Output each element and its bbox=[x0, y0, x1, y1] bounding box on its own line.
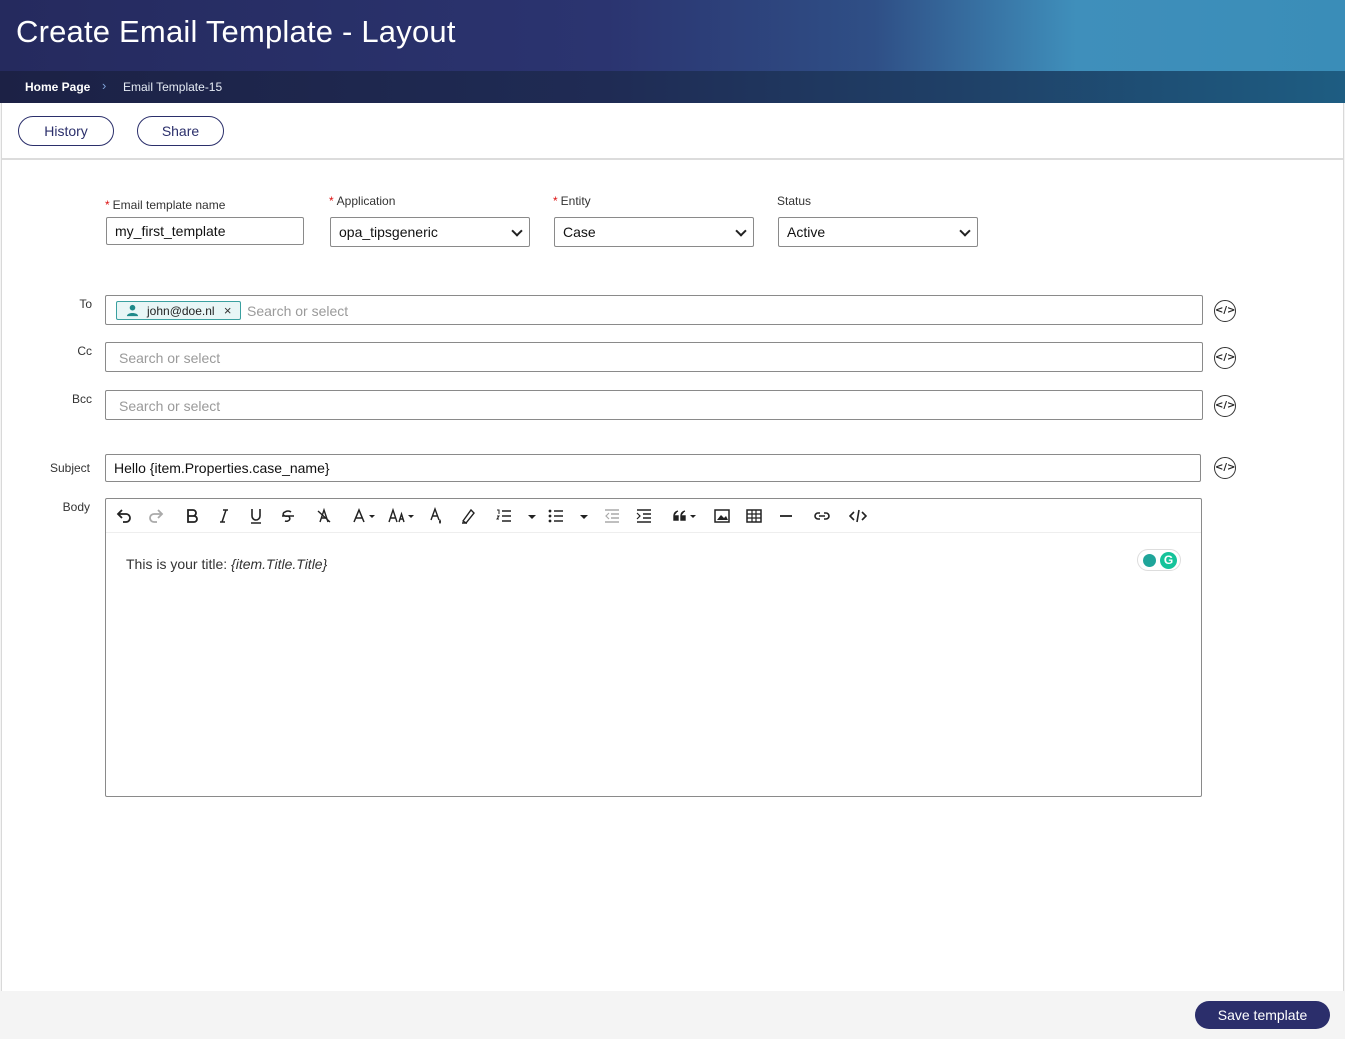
source-code-icon[interactable] bbox=[849, 507, 867, 525]
to-field[interactable]: john@doe.nl × Search or select bbox=[105, 295, 1203, 325]
font-size-icon[interactable] bbox=[387, 507, 417, 525]
body-editor[interactable]: This is your title: {item.Title.Title} G bbox=[105, 498, 1202, 797]
status-label: Status bbox=[777, 194, 812, 208]
bcc-search-input[interactable]: Search or select bbox=[119, 398, 220, 414]
template-name-label: * Email template name bbox=[105, 198, 226, 212]
body-content[interactable]: This is your title: {item.Title.Title} bbox=[126, 556, 327, 572]
editor-toolbar bbox=[106, 499, 1201, 533]
insert-variable-to-icon[interactable]: </> bbox=[1214, 300, 1236, 322]
to-label: To bbox=[79, 297, 92, 311]
indent-icon[interactable] bbox=[635, 507, 653, 525]
main-panel: History Share * Email template name my_fi… bbox=[1, 103, 1344, 991]
breadcrumb-home-link[interactable]: Home Page bbox=[25, 80, 90, 94]
clear-format-icon[interactable] bbox=[315, 507, 333, 525]
history-button[interactable]: History bbox=[18, 116, 114, 146]
cc-field[interactable]: Search or select bbox=[105, 342, 1203, 372]
undo-icon[interactable] bbox=[115, 507, 133, 525]
chevron-down-icon bbox=[511, 225, 523, 237]
application-select[interactable]: opa_tipsgeneric bbox=[330, 217, 530, 247]
body-label: Body bbox=[62, 500, 90, 514]
redo-icon[interactable] bbox=[147, 507, 165, 525]
chip-label: john@doe.nl bbox=[147, 304, 215, 318]
share-button[interactable]: Share bbox=[137, 116, 224, 146]
page-title: Create Email Template - Layout bbox=[16, 14, 456, 49]
chevron-down-icon bbox=[959, 225, 971, 237]
insert-variable-bcc-icon[interactable]: </> bbox=[1214, 395, 1236, 417]
link-icon[interactable] bbox=[813, 507, 831, 525]
to-search-input[interactable]: Search or select bbox=[247, 303, 348, 319]
body-text: This is your title: bbox=[126, 556, 232, 572]
cc-label: Cc bbox=[77, 344, 92, 358]
chevron-down-icon[interactable] bbox=[526, 507, 538, 525]
table-icon[interactable] bbox=[745, 507, 763, 525]
italic-icon[interactable] bbox=[215, 507, 233, 525]
close-icon[interactable]: × bbox=[224, 303, 232, 318]
lightbulb-icon bbox=[1143, 554, 1156, 567]
cc-search-input[interactable]: Search or select bbox=[119, 350, 220, 366]
grammarly-icon: G bbox=[1160, 552, 1177, 569]
person-icon bbox=[126, 304, 139, 317]
recipient-chip: john@doe.nl × bbox=[116, 301, 241, 320]
template-name-input[interactable]: my_first_template bbox=[106, 217, 304, 245]
grammarly-widget[interactable]: G bbox=[1137, 549, 1181, 571]
quote-icon[interactable] bbox=[671, 507, 699, 525]
bold-icon[interactable] bbox=[183, 507, 201, 525]
breadcrumb-current: Email Template-15 bbox=[123, 80, 223, 94]
entity-select-value: Case bbox=[563, 224, 596, 240]
image-icon[interactable] bbox=[713, 507, 731, 525]
chevron-down-icon[interactable] bbox=[578, 507, 590, 525]
outdent-icon[interactable] bbox=[603, 507, 621, 525]
bcc-label: Bcc bbox=[71, 392, 92, 406]
horizontal-rule-icon[interactable] bbox=[777, 507, 795, 525]
required-marker: * bbox=[553, 194, 558, 208]
underline-icon[interactable] bbox=[247, 507, 265, 525]
required-marker: * bbox=[105, 198, 110, 212]
insert-variable-subject-icon[interactable]: </> bbox=[1214, 457, 1236, 479]
save-template-button[interactable]: Save template bbox=[1195, 1001, 1330, 1029]
bullet-list-icon[interactable] bbox=[547, 507, 565, 525]
breadcrumb-chevron-icon: › bbox=[102, 78, 107, 93]
action-bar: History Share bbox=[2, 103, 1343, 160]
status-select-value: Active bbox=[787, 224, 826, 240]
insert-variable-cc-icon[interactable]: </> bbox=[1214, 347, 1236, 369]
application-label: * Application bbox=[329, 194, 396, 208]
application-select-value: opa_tipsgeneric bbox=[339, 224, 438, 240]
entity-select[interactable]: Case bbox=[554, 217, 754, 247]
strikethrough-icon[interactable] bbox=[279, 507, 297, 525]
bcc-field[interactable]: Search or select bbox=[105, 390, 1203, 420]
font-color-icon[interactable] bbox=[351, 507, 379, 525]
footer-bar: Save template bbox=[0, 991, 1345, 1039]
chevron-down-icon bbox=[735, 225, 747, 237]
highlight-icon[interactable] bbox=[459, 507, 477, 525]
required-marker: * bbox=[329, 194, 334, 208]
status-select[interactable]: Active bbox=[778, 217, 978, 247]
subject-input[interactable]: Hello {item.Properties.case_name} bbox=[105, 454, 1201, 482]
text-color-icon[interactable] bbox=[427, 507, 445, 525]
entity-label: * Entity bbox=[553, 194, 591, 208]
app-header: Create Email Template - Layout Home Page… bbox=[0, 0, 1345, 103]
breadcrumb: Home Page › Email Template-15 bbox=[0, 71, 1345, 103]
numbered-list-icon[interactable] bbox=[495, 507, 513, 525]
subject-label: Subject bbox=[49, 461, 90, 475]
body-variable: {item.Title.Title} bbox=[231, 556, 328, 572]
